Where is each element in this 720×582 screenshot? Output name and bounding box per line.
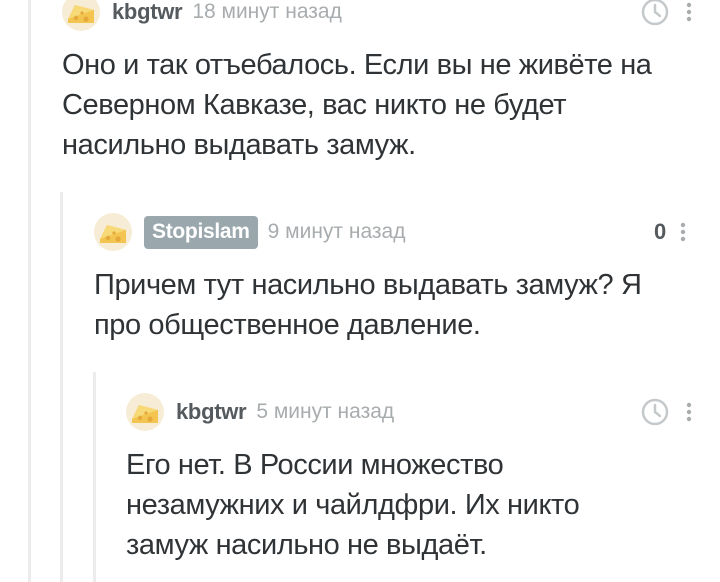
comment-thread: kbgtwr 18 минут назад Оно и так отъебало… — [0, 0, 720, 582]
comment-timestamp[interactable]: 9 минут назад — [268, 220, 406, 244]
more-vertical-icon[interactable] — [684, 401, 694, 423]
thread-line-level-2[interactable] — [60, 192, 63, 582]
comment-header: Stopislam 9 минут назад — [94, 210, 406, 254]
comment-text-line: Оно и так отъебалось. Если вы не живёте … — [62, 49, 652, 81]
comment-username[interactable]: kbgtwr — [176, 399, 247, 425]
comment-body: Его нет. В России множество незамужних и… — [126, 445, 580, 565]
comment-username-badge[interactable]: Stopislam — [144, 215, 258, 249]
thread-line-level-1[interactable] — [28, 0, 31, 582]
comment-text-line: про общественное давление. — [94, 309, 481, 341]
comment-timestamp[interactable]: 18 минут назад — [192, 0, 342, 24]
more-vertical-icon[interactable] — [678, 221, 688, 243]
comment-body: Оно и так отъебалось. Если вы не живёте … — [62, 45, 652, 165]
comment-actions: 0 — [654, 210, 688, 254]
comment-timestamp[interactable]: 5 минут назад — [256, 400, 394, 424]
comment-header: kbgtwr 18 минут назад — [62, 0, 342, 34]
comment-text-line: Причем тут насильно выдавать замуж? Я — [94, 269, 642, 301]
cheese-avatar-icon[interactable] — [94, 213, 132, 251]
cheese-avatar-icon[interactable] — [62, 0, 100, 31]
thread-line-level-3[interactable] — [93, 372, 96, 582]
comment-text-line: Его нет. В России множество — [126, 449, 504, 481]
comment-username[interactable]: kbgtwr — [112, 0, 183, 25]
comment-text-line: насильно выдавать замуж. — [62, 129, 416, 161]
clock-icon[interactable] — [640, 0, 670, 27]
comment-actions — [640, 390, 694, 434]
comment-rating: 0 — [654, 219, 667, 244]
comment-header: kbgtwr 5 минут назад — [126, 390, 394, 434]
more-vertical-icon[interactable] — [684, 1, 694, 23]
comment-text-line: замуж насильно не выдаёт. — [126, 529, 487, 561]
clock-icon[interactable] — [640, 397, 670, 427]
cheese-avatar-icon[interactable] — [126, 393, 164, 431]
comment-actions — [640, 0, 694, 34]
comment-text-line: незамужних и чайлдфри. Их никто — [126, 489, 580, 521]
comment-text-line: Северном Кавказе, вас никто не будет — [62, 89, 567, 121]
comment-body: Причем тут насильно выдавать замуж? Я пр… — [94, 265, 642, 345]
